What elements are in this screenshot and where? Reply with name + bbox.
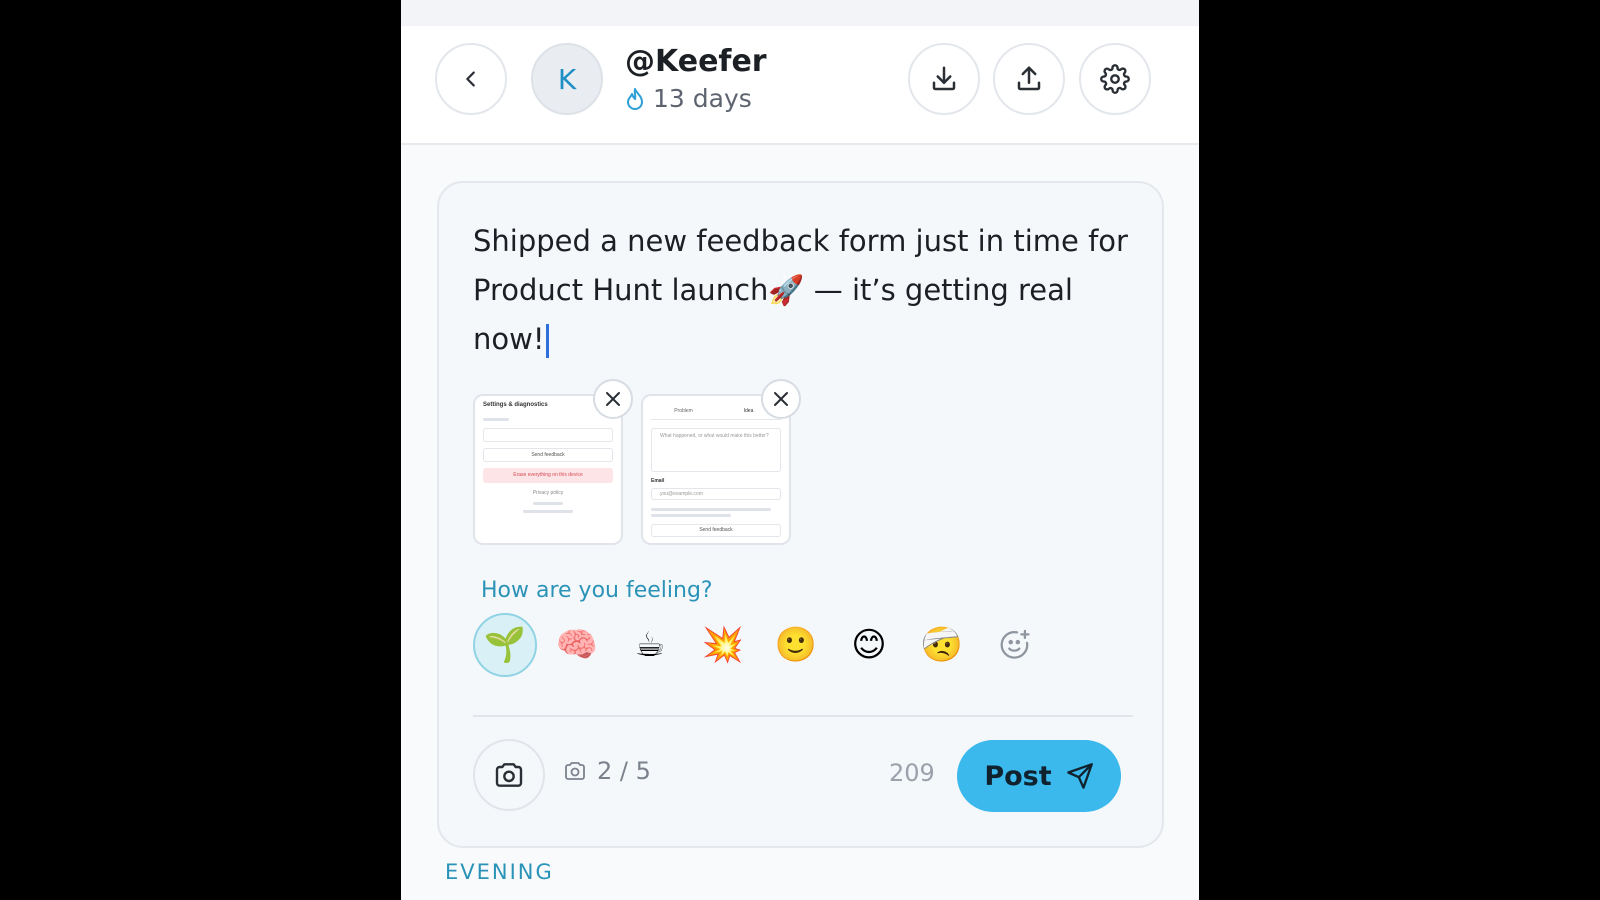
download-button[interactable] [908,43,980,115]
post-text-line-1: Shipped a new feedback form just in time… [473,224,1128,258]
camera-icon [565,762,585,780]
avatar[interactable]: K [531,43,603,115]
thumb-send-button: Send feedback [651,524,781,537]
thumb-tab: Problem [674,408,693,414]
back-button[interactable] [435,43,507,115]
close-icon [606,392,620,406]
profile-header: K @Keefer 13 days [401,0,1199,145]
thumb-send-button: Send feedback [483,448,613,462]
username: @Keefer [625,44,767,79]
post-button[interactable]: Post [957,740,1121,812]
mood-explosion[interactable]: 💥 [691,613,755,677]
text-caret [546,324,550,358]
mood-seedling[interactable]: 🌱 [473,613,537,677]
status-strip [401,0,1199,26]
photo-count: 2 / 5 [563,757,651,785]
remove-attachment-button[interactable] [593,379,633,419]
rocket-emoji: 🚀 [768,273,805,307]
mood-coffee[interactable]: ☕ [618,613,682,677]
composer-card: Shipped a new feedback form just in time… [437,181,1164,848]
thumb-email-label: Email [651,478,665,484]
mood-slight-smile[interactable]: 🙂 [764,613,828,677]
feeling-prompt: How are you feeling? [481,578,713,603]
mood-happy[interactable]: 😊 [837,613,901,677]
post-text-input[interactable]: Shipped a new feedback form just in time… [473,217,1133,364]
post-button-label: Post [984,760,1052,792]
character-count: 209 [889,759,935,787]
chevron-left-icon [466,71,475,87]
camera-icon [495,763,523,787]
add-emoji-icon [1000,629,1030,659]
thumb-title: Settings & diagnostics [483,402,548,408]
gear-icon [1100,64,1130,94]
remove-attachment-button[interactable] [761,379,801,419]
thumb-footer: Privacy policy [532,490,564,496]
streak-text: 13 days [653,84,752,113]
flame-icon [627,87,643,110]
download-icon [932,66,956,91]
thumb-prompt: What happened, or what would make this b… [651,428,781,472]
thumb-danger-button: Erase everything on this device [483,468,613,483]
upload-icon [1017,66,1041,91]
attachment-thumbnail[interactable]: Settings & diagnostics Send feedback Era… [473,394,623,545]
mood-bandage[interactable]: 🤕 [910,613,974,677]
settings-button[interactable] [1079,43,1151,115]
upload-button[interactable] [993,43,1065,115]
composer-divider [473,715,1133,717]
streak-indicator: 13 days [625,84,752,113]
thumb-email-field: you@example.com [651,488,781,500]
post-text-segment: Product Hunt launch [473,273,769,307]
mood-brain[interactable]: 🧠 [545,613,609,677]
add-mood-button[interactable] [983,613,1047,677]
photo-count-text: 2 / 5 [597,757,651,785]
avatar-initial: K [557,62,577,96]
post-text-line-2: Product Hunt launch🚀 — it’s getting real… [473,266,1133,364]
close-icon [774,392,788,406]
add-photo-button[interactable] [473,739,545,811]
app-screen: K @Keefer 13 days Shipped a new feedback… [401,0,1199,900]
attachment-thumbnail[interactable]: Problem Idea What happened, or what woul… [641,394,791,545]
section-heading: EVENING [445,860,554,884]
send-icon [1066,763,1093,789]
